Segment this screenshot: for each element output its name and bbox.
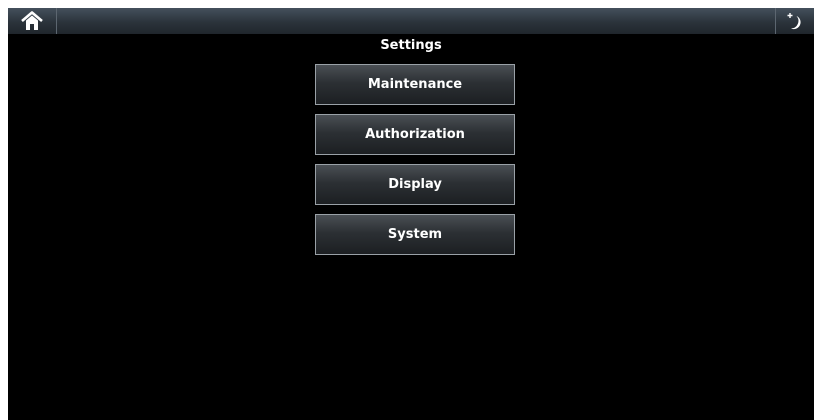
home-button[interactable] xyxy=(8,8,57,34)
page-title: Settings xyxy=(380,38,442,53)
settings-menu: Maintenance Authorization Display System xyxy=(315,64,515,264)
system-button[interactable]: System xyxy=(315,214,515,255)
home-icon xyxy=(21,11,43,30)
display-button[interactable]: Display xyxy=(315,164,515,205)
top-bar xyxy=(8,8,814,34)
moon-star-icon xyxy=(787,13,801,30)
authorization-button[interactable]: Authorization xyxy=(315,114,515,155)
night-mode-button[interactable] xyxy=(775,8,814,34)
maintenance-button[interactable]: Maintenance xyxy=(315,64,515,105)
app-screen: Settings Maintenance Authorization Displ… xyxy=(8,8,814,420)
